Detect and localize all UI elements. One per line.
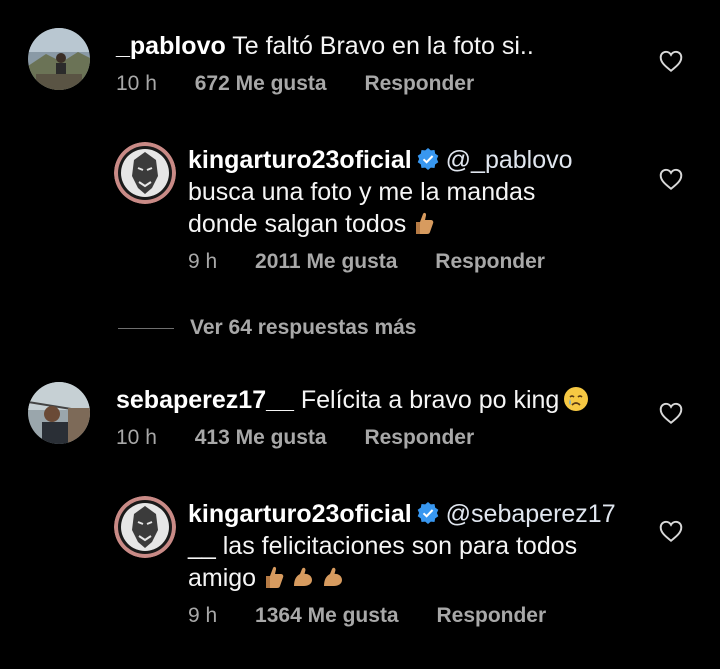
- reply-button[interactable]: Responder: [364, 72, 474, 95]
- comment-text-line1: busca una foto y me la mandas: [188, 178, 536, 206]
- thumbs-up-emoji-icon: [266, 566, 284, 588]
- comment-username[interactable]: _pablovo: [116, 32, 226, 60]
- comment-time: 10 h: [116, 72, 157, 95]
- view-more-replies[interactable]: Ver 64 respuestas más: [118, 316, 417, 340]
- verified-badge-icon: [417, 148, 438, 170]
- heart-outline-icon[interactable]: [658, 518, 684, 544]
- comment-username[interactable]: sebaperez17__: [116, 386, 294, 414]
- view-more-label[interactable]: Ver 64 respuestas más: [190, 316, 417, 340]
- mention-link[interactable]: @_pablovo: [446, 146, 573, 174]
- reply-button[interactable]: Responder: [436, 604, 546, 627]
- comment-text-line2: amigo: [188, 564, 257, 592]
- comment-likes[interactable]: 2011 Me gusta: [255, 250, 397, 273]
- comment-username[interactable]: kingarturo23oficial: [188, 500, 412, 528]
- avatar-photo: [28, 28, 90, 90]
- reply-button[interactable]: Responder: [364, 426, 474, 449]
- comment-text-line2: donde salgan todos: [188, 210, 407, 238]
- divider-line: [118, 327, 174, 329]
- comment-text-line1: __ las felicitaciones son para todos: [188, 532, 578, 560]
- comment-thread: _pablovo Te faltó Bravo en la foto si.. …: [0, 0, 720, 669]
- reply-button[interactable]: Responder: [435, 250, 545, 273]
- avatar-sebaperez[interactable]: [28, 382, 90, 444]
- comment-text: Felícita a bravo po king: [300, 386, 560, 414]
- comment-likes[interactable]: 1364 Me gusta: [255, 604, 399, 627]
- avatar-kingarturo[interactable]: [114, 142, 176, 204]
- mention-link[interactable]: @sebaperez17: [446, 500, 616, 528]
- comment-text: Te faltó Bravo en la foto si..: [232, 32, 534, 60]
- avatar-photo: [114, 142, 176, 204]
- avatar-pablovo[interactable]: [28, 28, 90, 90]
- comment-time: 10 h: [116, 426, 157, 449]
- avatar-photo: [114, 496, 176, 558]
- flexed-biceps-emoji-icon: [324, 567, 343, 586]
- comment-likes[interactable]: 413 Me gusta: [195, 426, 327, 449]
- comment-likes[interactable]: 672 Me gusta: [195, 72, 327, 95]
- flexed-biceps-emoji-icon: [294, 567, 313, 586]
- heart-outline-icon[interactable]: [658, 48, 684, 74]
- comment-time: 9 h: [188, 250, 218, 273]
- comment-time: 9 h: [188, 604, 218, 627]
- thumbs-up-emoji-icon: [416, 212, 434, 234]
- crying-face-emoji-icon: [564, 387, 589, 411]
- avatar-photo: [28, 382, 90, 444]
- heart-outline-icon[interactable]: [658, 166, 684, 192]
- heart-outline-icon[interactable]: [658, 400, 684, 426]
- comment-username[interactable]: kingarturo23oficial: [188, 146, 412, 174]
- verified-badge-icon: [417, 502, 438, 524]
- avatar-kingarturo[interactable]: [114, 496, 176, 558]
